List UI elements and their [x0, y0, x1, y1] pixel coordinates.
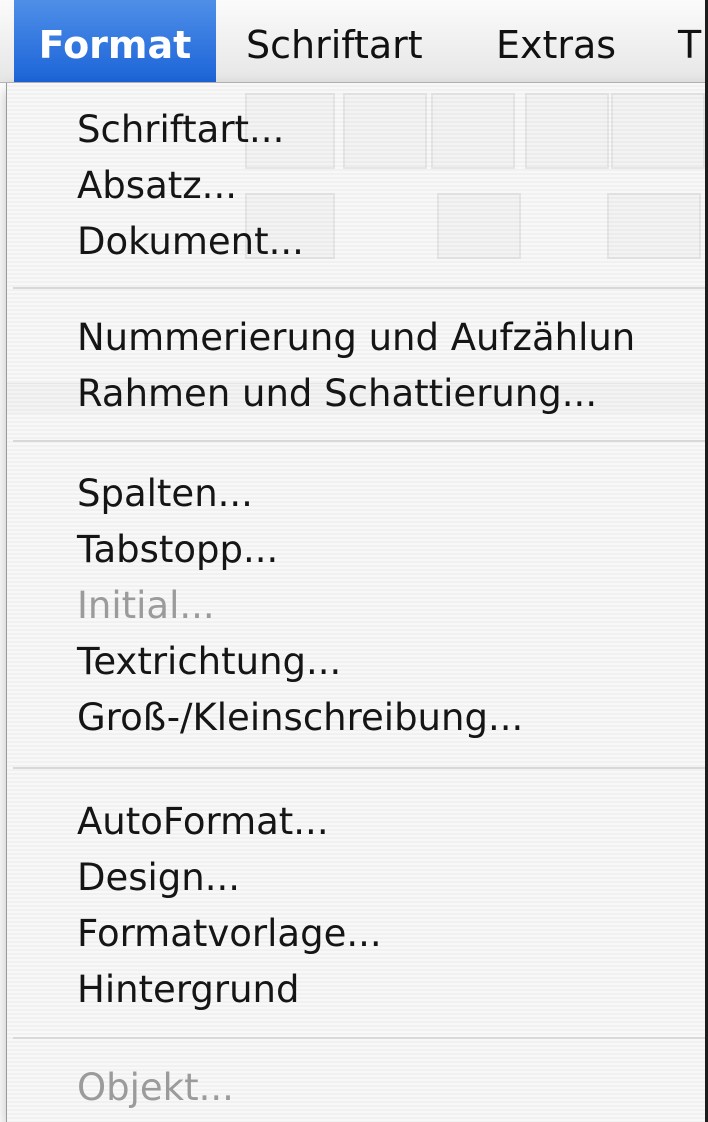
- menubar-format[interactable]: Format: [14, 0, 216, 82]
- menu-separator: [13, 767, 708, 769]
- menu-item-spalten[interactable]: Spalten...: [77, 467, 253, 521]
- menu-separator: [13, 1037, 708, 1039]
- screen: Format Schriftart Extras T Schriftart...…: [0, 0, 708, 1122]
- menu-item-tabstopp[interactable]: Tabstopp...: [77, 523, 278, 577]
- menu-item-nummerierung[interactable]: Nummerierung und Aufzählun: [77, 311, 635, 365]
- ghost-toolbar-button: [437, 193, 521, 259]
- menu-item-absatz[interactable]: Absatz...: [77, 159, 237, 213]
- ghost-toolbar-button: [343, 93, 427, 169]
- menu-item-formatvorlage[interactable]: Formatvorlage...: [77, 907, 382, 961]
- menu-item-textrichtung[interactable]: Textrichtung...: [77, 635, 341, 689]
- menu-item-gross-kleinschreibung[interactable]: Groß-/Kleinschreibung...: [77, 691, 523, 745]
- ghost-toolbar-button: [611, 93, 705, 169]
- menu-item-dokument[interactable]: Dokument...: [77, 215, 304, 269]
- menu-item-autoformat[interactable]: AutoFormat...: [77, 795, 329, 849]
- menu-item-rahmen[interactable]: Rahmen und Schattierung...: [77, 367, 597, 421]
- menu-separator: [13, 440, 708, 442]
- menu-separator: [13, 287, 708, 289]
- menu-item-design[interactable]: Design...: [77, 851, 240, 905]
- format-menu: Schriftart... Absatz... Dokument... Numm…: [6, 83, 708, 1122]
- ghost-toolbar-button: [607, 193, 701, 259]
- menu-item-initial: Initial...: [77, 584, 215, 627]
- menu-bar: Format Schriftart Extras T: [0, 0, 708, 83]
- menubar-t[interactable]: T: [678, 0, 701, 82]
- ghost-toolbar-button: [431, 93, 515, 169]
- menu-item-objekt: Objekt...: [77, 1066, 234, 1109]
- menu-item-schriftart[interactable]: Schriftart...: [77, 103, 284, 157]
- ghost-toolbar-button: [525, 93, 609, 169]
- menu-item-hintergrund[interactable]: Hintergrund: [77, 963, 299, 1017]
- menubar-extras[interactable]: Extras: [496, 0, 616, 82]
- menubar-schriftart[interactable]: Schriftart: [246, 0, 423, 82]
